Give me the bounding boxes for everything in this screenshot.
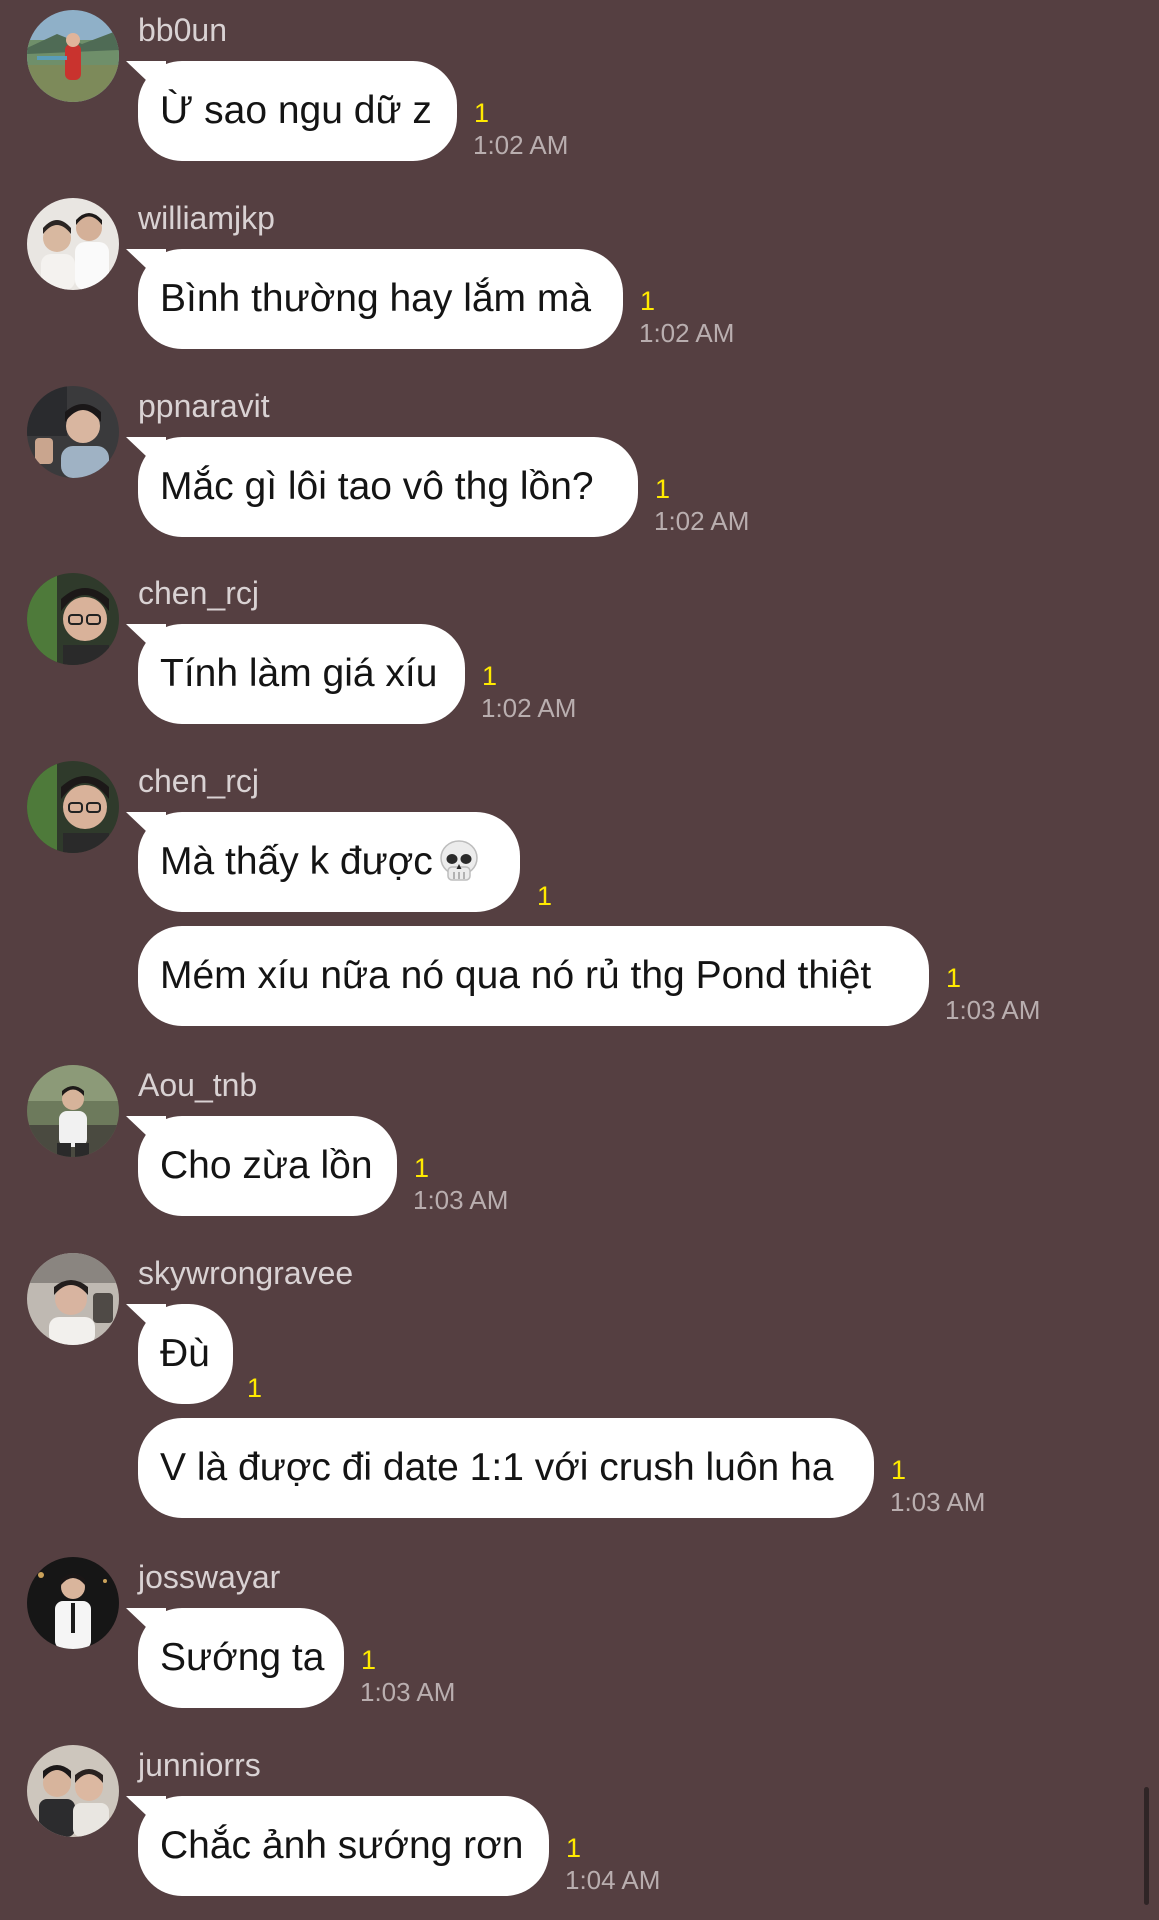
avatar-glasses-selfie-photo — [27, 761, 119, 853]
username[interactable]: williamjkp — [138, 200, 275, 236]
message-bubble[interactable]: Bình thường hay lắm mà — [138, 249, 623, 349]
message-bubble[interactable]: Mà thấy k được — [138, 812, 520, 912]
message-timestamp: 1:03 AM — [890, 1487, 986, 1517]
message-text: Chắc ảnh sướng rơn — [160, 1824, 524, 1867]
message-timestamp: 1:02 AM — [481, 693, 577, 723]
message-timestamp: 1:02 AM — [639, 318, 735, 348]
unread-count: 1 — [655, 474, 671, 504]
unread-count: 1 — [946, 963, 962, 993]
scrollbar-thumb[interactable] — [1144, 1787, 1149, 1905]
username[interactable]: ppnaravit — [138, 388, 270, 424]
avatar[interactable] — [27, 761, 119, 853]
message-bubble[interactable]: Cho zừa lồn — [138, 1116, 397, 1216]
unread-count: 1 — [640, 286, 656, 316]
message-bubble[interactable]: Tính làm giá xíu — [138, 624, 465, 724]
avatar-two-people-selfie-photo — [27, 1745, 119, 1837]
message-meta: 1 — [246, 1372, 262, 1404]
message-bubble[interactable]: Mắc gì lôi tao vô thg lồn? — [138, 437, 638, 537]
message-meta: 1 — [536, 880, 552, 912]
message-text: Ừ sao ngu dữ z — [160, 89, 432, 132]
message-meta: 1 1:02 AM — [654, 473, 749, 537]
message-text: Mắc gì lôi tao vô thg lồn? — [160, 465, 594, 508]
skull-emoji — [437, 839, 481, 885]
message-meta: 1 1:02 AM — [639, 285, 734, 349]
username[interactable]: josswayar — [138, 1559, 280, 1595]
avatar[interactable] — [27, 10, 119, 102]
message-timestamp: 1:03 AM — [413, 1185, 509, 1215]
avatar[interactable] — [27, 1745, 119, 1837]
unread-count: 1 — [247, 1373, 263, 1403]
avatar-glasses-selfie-photo — [27, 573, 119, 665]
avatar[interactable] — [27, 1065, 119, 1157]
username[interactable]: chen_rcj — [138, 575, 259, 611]
message-meta: 1 1:04 AM — [565, 1832, 660, 1896]
message-bubble[interactable]: V là được đi date 1:1 với crush luôn ha — [138, 1418, 874, 1518]
message-text: V là được đi date 1:1 với crush luôn ha — [160, 1446, 834, 1489]
avatar-car-portrait-photo — [27, 1253, 119, 1345]
message-bubble[interactable]: Đù — [138, 1304, 233, 1404]
avatar-landscape-photo — [27, 10, 119, 102]
avatar-car-selfie-photo — [27, 386, 119, 478]
message-timestamp: 1:02 AM — [654, 506, 750, 536]
message-text: Mà thấy k được — [160, 840, 433, 883]
username[interactable]: junniorrs — [138, 1747, 261, 1783]
message-text: Tính làm giá xíu — [160, 652, 438, 695]
username[interactable]: Aou_tnb — [138, 1067, 257, 1103]
message-bubble[interactable]: Sướng ta — [138, 1608, 344, 1708]
avatar[interactable] — [27, 1253, 119, 1345]
message-text: Cho zừa lồn — [160, 1144, 373, 1187]
message-meta: 1 1:03 AM — [413, 1152, 508, 1216]
avatar[interactable] — [27, 573, 119, 665]
message-timestamp: 1:03 AM — [945, 995, 1041, 1025]
username[interactable]: skywrongravee — [138, 1255, 353, 1291]
message-bubble[interactable]: Mém xíu nữa nó qua nó rủ thg Pond thiệt — [138, 926, 929, 1026]
avatar[interactable] — [27, 198, 119, 290]
unread-count: 1 — [891, 1455, 907, 1485]
message-text: Sướng ta — [160, 1636, 325, 1679]
message-meta: 1 1:02 AM — [473, 97, 568, 161]
message-text: Mém xíu nữa nó qua nó rủ thg Pond thiệt — [160, 954, 872, 997]
avatar-outdoor-photo — [27, 1065, 119, 1157]
message-meta: 1 1:03 AM — [360, 1644, 455, 1708]
avatar[interactable] — [27, 386, 119, 478]
message-meta: 1 1:02 AM — [481, 660, 576, 724]
message-bubble[interactable]: Chắc ảnh sướng rơn — [138, 1796, 549, 1896]
message-meta: 1 1:03 AM — [890, 1454, 985, 1518]
avatar-two-people-photo — [27, 198, 119, 290]
username[interactable]: chen_rcj — [138, 763, 259, 799]
message-timestamp: 1:04 AM — [565, 1865, 661, 1895]
unread-count: 1 — [482, 661, 498, 691]
unread-count: 1 — [361, 1645, 377, 1675]
unread-count: 1 — [414, 1153, 430, 1183]
message-timestamp: 1:03 AM — [360, 1677, 456, 1707]
avatar-night-portrait-photo — [27, 1557, 119, 1649]
message-meta: 1 1:03 AM — [945, 962, 1040, 1026]
message-text: Bình thường hay lắm mà — [160, 277, 592, 320]
message-timestamp: 1:02 AM — [473, 130, 569, 160]
message-text: Đù — [160, 1332, 210, 1375]
unread-count: 1 — [474, 98, 490, 128]
avatar[interactable] — [27, 1557, 119, 1649]
username[interactable]: bb0un — [138, 12, 227, 48]
chat-message-list[interactable]: bb0un Ừ sao ngu dữ z 1 1:02 AM williamjk… — [0, 0, 1159, 1920]
unread-count: 1 — [566, 1833, 582, 1863]
unread-count: 1 — [537, 881, 553, 911]
message-bubble[interactable]: Ừ sao ngu dữ z — [138, 61, 457, 161]
